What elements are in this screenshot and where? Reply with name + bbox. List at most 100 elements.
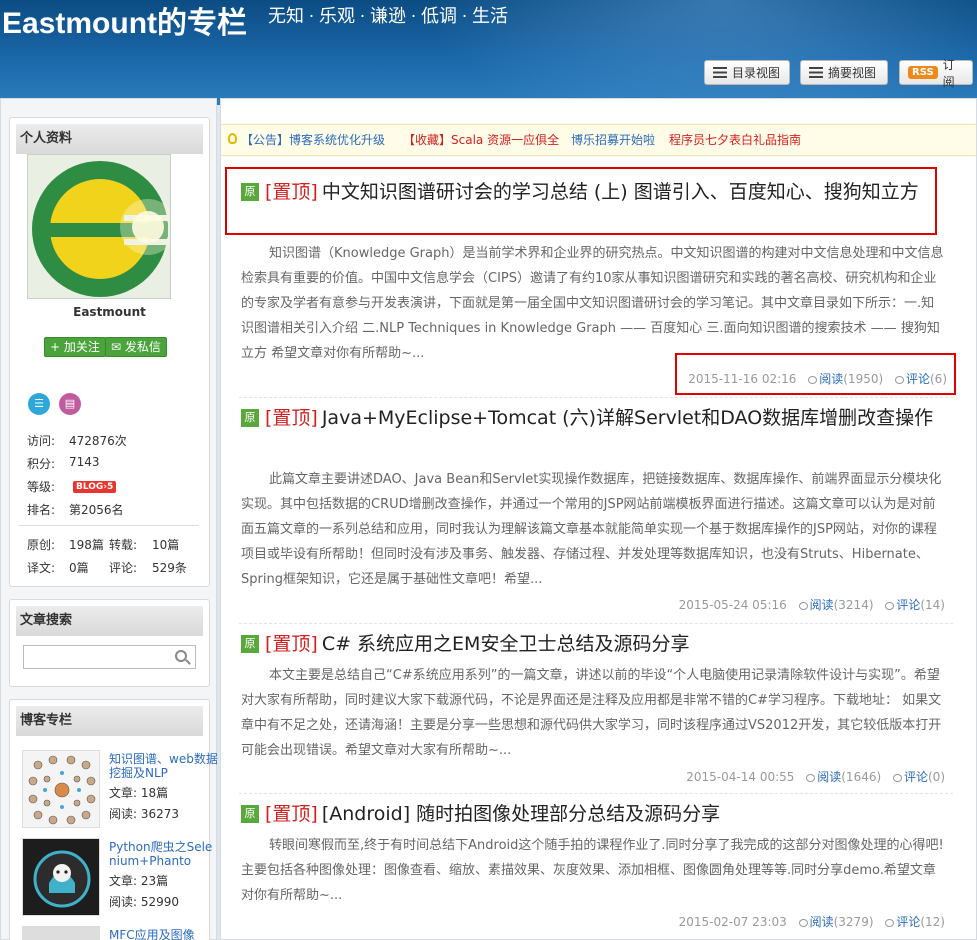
read-link[interactable]: 阅读 [810,598,834,612]
pinned-label: [置顶] [265,633,318,655]
comment-link[interactable]: 评论 [896,598,920,612]
lightbulb-icon [228,133,237,144]
blog-header: Eastmount的专栏 无知 · 乐观 · 谦逊 · 低调 · 生活 目录视图… [0,0,977,105]
list-icon [713,67,727,78]
article-meta: 2015-02-07 23:03 阅读(3279) 评论(12) [679,913,945,930]
read-icon [798,602,808,610]
original-count: 198篇 [69,538,104,552]
notice-link[interactable]: 【收藏】Scala 资源一应俱全 [403,125,559,155]
stat-points: 积分: 7143 [27,455,100,472]
article-title-link[interactable]: C# 系统应用之EM安全卫士总结及源码分享 [322,633,690,655]
message-icon: ✉ [111,340,125,354]
article-date: 2015-02-07 23:03 [678,915,787,929]
comment-count: (12) [920,915,945,929]
comment-count: 529条 [152,561,187,575]
read-icon [798,919,808,927]
divider [239,623,953,624]
article-meta: 2015-04-14 00:55 阅读(1646) 评论(0) [686,768,945,785]
blog-level-badge: BLOG›5 [73,478,117,493]
column-thumbnail[interactable] [22,838,100,916]
column-reads: 阅读: 36273 [109,807,180,821]
catalog-view-button[interactable]: 目录视图 [704,60,790,85]
article-title-link[interactable]: Java+MyEclipse+Tomcat (六)详解Servlet和DAO数据… [322,407,933,429]
article-item: 原 [置顶] C# 系统应用之EM安全卫士总结及源码分享 本文主要是总结自己“C#系… [239,629,955,797]
catalog-view-label: 目录视图 [732,66,781,80]
avatar[interactable] [27,154,171,299]
list-badge-icon[interactable]: ☰ [28,393,50,415]
column-badge-icon[interactable]: ▤ [59,393,81,415]
translate-count: 0篇 [69,561,89,575]
columns-panel-title: 博客专栏 [16,706,203,736]
message-button[interactable]: ✉ 发私信 [105,337,167,357]
pinned-label: [置顶] [265,407,318,429]
stat-label: 等级: [27,480,56,494]
stat-level: 等级: BLOG›5 [27,478,117,495]
article-title-link[interactable]: [Android] 随时拍图像处理部分总结及源码分享 [322,803,720,825]
column-title-link[interactable]: 知识图谱、web数据挖掘及NLP [109,752,219,780]
read-count: (1646) [841,770,882,784]
repost-label: 转载: [109,538,138,552]
search-icon[interactable] [175,650,187,662]
column-title-link[interactable]: MFC应用及图像 [109,928,219,940]
stat-value: 第2056名 [69,503,124,517]
notice-link[interactable]: 【公告】博客系统优化升级 [241,125,385,155]
follow-label: 加关注 [63,340,100,354]
divider [19,525,199,526]
subscribe-label: 订阅 [942,57,955,89]
stat-visits: 访问: 472876次 [27,432,127,449]
article-counts-2: 译文: 0篇 评论: 529条 [27,559,197,576]
sidebar: 个人资料 Eastmount + 加关注 ✉ 发私信 ☰ ▤ 访问: 47287… [0,98,219,940]
follow-button[interactable]: + 加关注 [44,337,106,357]
column-thumbnail[interactable] [22,750,100,828]
comment-icon [885,602,895,610]
summary-view-button[interactable]: 摘要视图 [800,60,888,85]
notice-link[interactable]: 程序员七夕表白礼品指南 [669,125,801,155]
original-badge: 原 [241,409,259,427]
comment-count: (0) [928,770,945,784]
article-title-row: 原 [置顶] Java+MyEclipse+Tomcat (六)详解Servlet和… [241,403,941,433]
article-list: 【公告】博客系统优化升级 【收藏】Scala 资源一应俱全 博乐招募开始啦 程序… [220,98,977,940]
article-date: 2015-04-14 00:55 [686,770,795,784]
blog-title[interactable]: Eastmount的专栏 [2,0,247,42]
notice-bar: 【公告】博客系统优化升级 【收藏】Scala 资源一应俱全 博乐招募开始啦 程序… [221,124,976,156]
article-summary: 此篇文章主要讲述DAO、Java Bean和Servlet实现操作数据库，把链接… [241,472,942,587]
read-count: (3279) [833,915,874,929]
comment-link[interactable]: 评论 [896,915,920,929]
rss-subscribe-button[interactable]: RSS 订阅 [899,58,973,89]
comment-icon [892,774,902,782]
article-summary: 转眼间寒假而至,终于有时间总结下Android这个随手拍的课程作业了.同时分享了… [241,838,944,903]
column-articles: 文章: 23篇 [109,874,169,888]
username[interactable]: Eastmount [1,305,218,319]
search-input[interactable] [24,646,164,668]
profile-panel-title: 个人资料 [16,124,203,154]
search-box [23,645,196,669]
read-link[interactable]: 阅读 [810,915,834,929]
read-icon [806,774,816,782]
stat-rank: 排名: 第2056名 [27,501,124,518]
article-meta: 2015-05-24 05:16 阅读(3214) 评论(14) [679,596,945,613]
read-link[interactable]: 阅读 [817,770,841,784]
stat-label: 排名: [27,503,56,517]
stat-value: 472876次 [69,434,127,448]
column-reads: 阅读: 52990 [109,895,180,909]
original-badge: 原 [241,635,259,653]
article-counts: 原创: 198篇 转载: 10篇 [27,536,197,553]
column-title-link[interactable]: Python爬虫之Selenium+Phanto [109,840,219,868]
message-label: 发私信 [124,340,161,354]
article-date: 2015-05-24 05:16 [678,598,787,612]
highlight-box [675,353,956,395]
article-title-row: 原 [置顶] [Android] 随时拍图像处理部分总结及源码分享 [241,799,941,829]
highlight-box [225,167,937,235]
comment-link[interactable]: 评论 [904,770,928,784]
search-panel: 文章搜索 [9,599,210,687]
comment-icon [885,919,895,927]
column-thumbnail[interactable] [22,926,100,940]
stat-label: 访问: [27,434,56,448]
pinned-label: [置顶] [265,803,318,825]
summary-view-label: 摘要视图 [828,66,877,80]
article-title-row: 原 [置顶] C# 系统应用之EM安全卫士总结及源码分享 [241,629,941,659]
stat-value: 7143 [69,455,100,469]
notice-link[interactable]: 博乐招募开始啦 [571,125,655,155]
list-icon [809,67,823,78]
stat-label: 积分: [27,457,56,471]
